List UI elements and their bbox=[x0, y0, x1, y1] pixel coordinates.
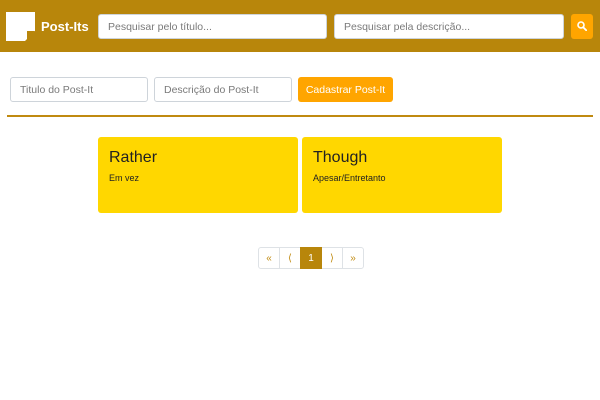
brand[interactable]: Post-Its bbox=[6, 12, 89, 41]
page-previous-button[interactable]: ⟨ bbox=[279, 247, 301, 269]
pagination: « ⟨ 1 ⟩ » bbox=[258, 247, 364, 269]
postit-description: Apesar/Entretanto bbox=[313, 173, 386, 183]
postit-description-input[interactable] bbox=[154, 77, 292, 102]
postit-card[interactable]: Though Apesar/Entretanto bbox=[302, 137, 502, 213]
navbar: Post-Its bbox=[0, 0, 600, 52]
page-next-button[interactable]: ⟩ bbox=[321, 247, 343, 269]
page-first-button[interactable]: « bbox=[258, 247, 280, 269]
postit-description: Em vez bbox=[109, 173, 140, 183]
brand-name: Post-Its bbox=[41, 19, 89, 34]
search-title-input[interactable] bbox=[98, 14, 327, 39]
postit-title: Rather bbox=[109, 149, 158, 166]
search-button[interactable] bbox=[571, 14, 593, 39]
postit-card[interactable]: Rather Em vez bbox=[98, 137, 298, 213]
post-it-logo-icon bbox=[6, 12, 35, 41]
postit-title-input[interactable] bbox=[10, 77, 148, 102]
register-postit-button[interactable]: Cadastrar Post-It bbox=[298, 77, 393, 102]
postit-title: Though bbox=[313, 149, 368, 166]
search-description-input[interactable] bbox=[334, 14, 564, 39]
page-current-button[interactable]: 1 bbox=[300, 247, 322, 269]
divider bbox=[7, 115, 593, 117]
search-icon bbox=[577, 19, 588, 34]
page-last-button[interactable]: » bbox=[342, 247, 364, 269]
